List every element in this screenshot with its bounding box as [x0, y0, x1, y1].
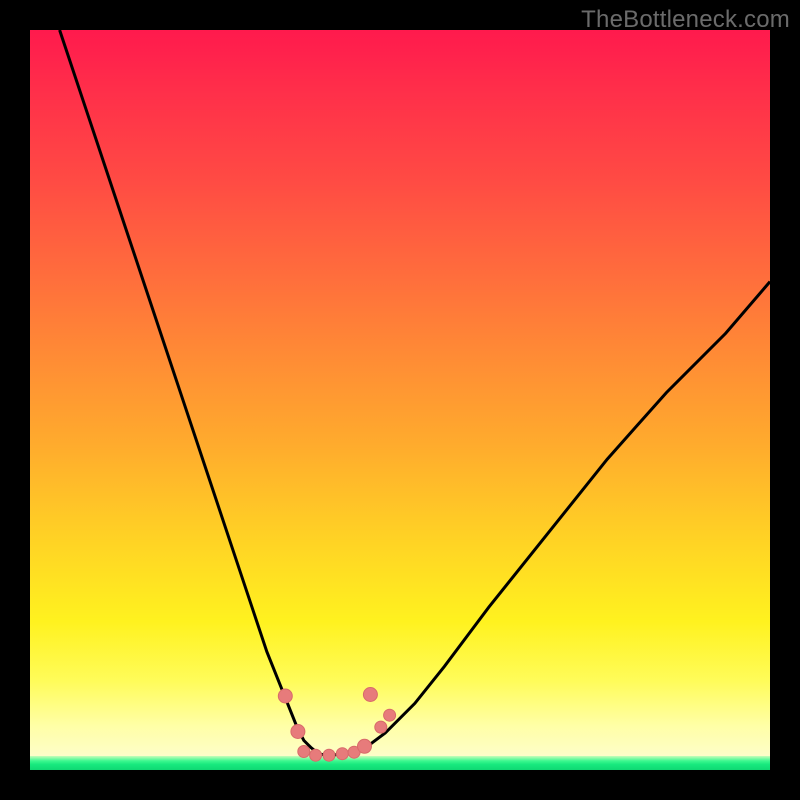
data-point-marker	[375, 721, 387, 733]
watermark-text: TheBottleneck.com	[581, 6, 790, 34]
data-point-marker	[336, 748, 348, 760]
data-point-marker	[384, 709, 396, 721]
data-point-marker	[278, 689, 292, 703]
data-point-marker	[363, 688, 377, 702]
data-point-marker	[323, 749, 335, 761]
chart-svg	[30, 30, 770, 770]
data-point-marker	[291, 725, 305, 739]
data-point-marker	[358, 739, 372, 753]
curve-markers	[278, 688, 395, 762]
bottleneck-curve	[60, 30, 770, 755]
chart-frame: TheBottleneck.com	[0, 0, 800, 800]
plot-area	[30, 30, 770, 770]
data-point-marker	[310, 749, 322, 761]
data-point-marker	[298, 746, 310, 758]
